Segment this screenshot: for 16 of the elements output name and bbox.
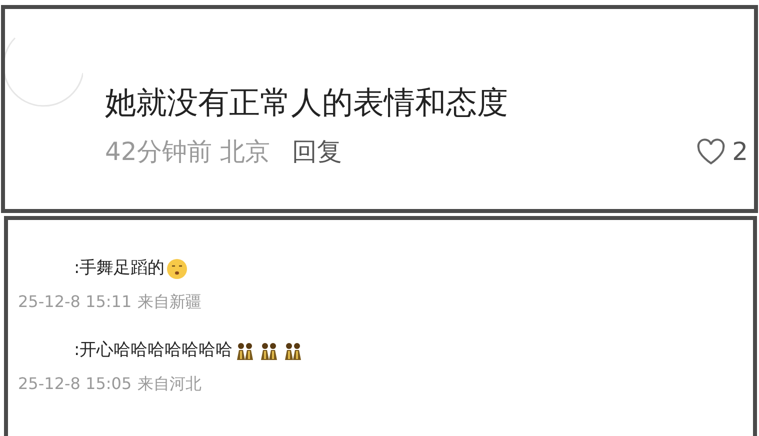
reply-location: 来自河北 (138, 373, 202, 395)
comment-time: 42分钟前 (105, 136, 212, 168)
comment-location: 北京 (220, 136, 270, 168)
reply-location: 来自新疆 (138, 291, 202, 313)
reply-time: 25-12-8 15:11 (18, 291, 132, 313)
dancers-icon (258, 341, 279, 361)
dancers-icon (234, 341, 255, 361)
like-count: 2 (732, 136, 748, 168)
dancers-icon (282, 341, 303, 361)
reply-text: :开心哈哈哈哈哈哈哈 (74, 339, 233, 362)
reply-time: 25-12-8 15:05 (18, 373, 132, 395)
comment-text: 她就没有正常人的表情和态度 (105, 84, 509, 123)
emoji-face-icon (166, 258, 188, 280)
heart-icon[interactable] (696, 138, 726, 166)
reply-button[interactable]: 回复 (292, 135, 342, 169)
reply-text: :手舞足蹈的 (74, 257, 165, 280)
